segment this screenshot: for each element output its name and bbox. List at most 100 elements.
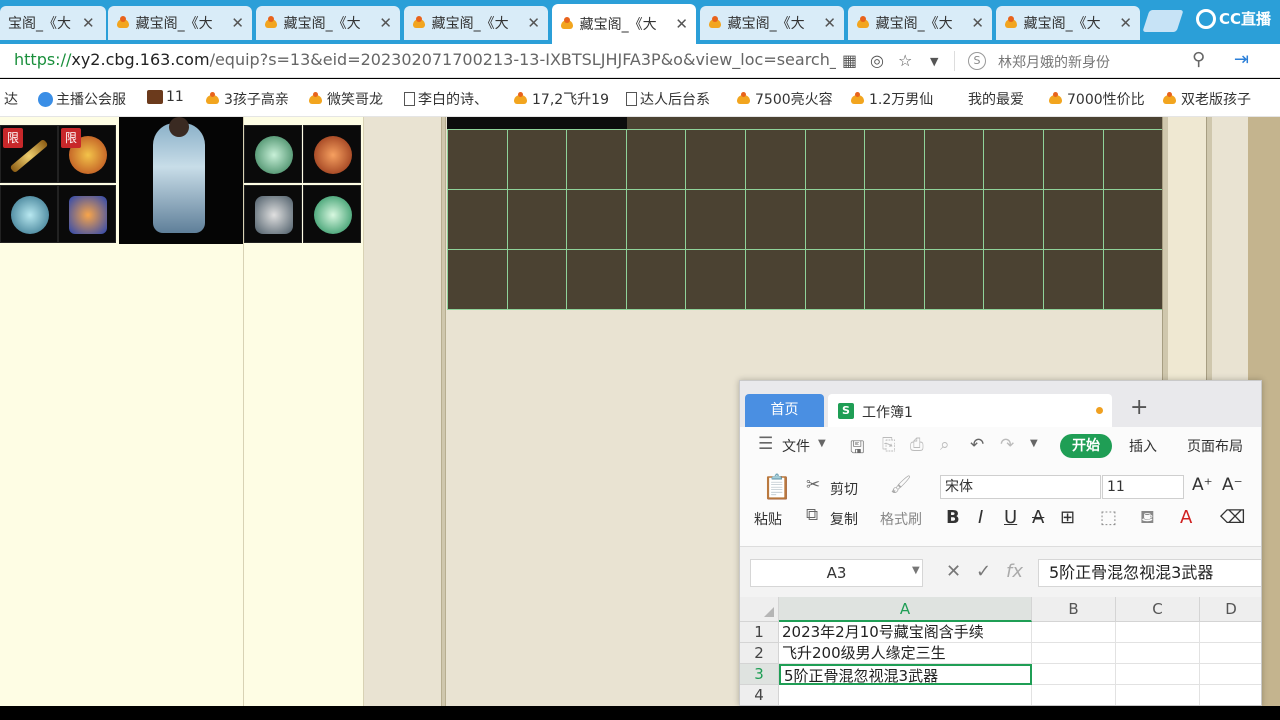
underline-icon[interactable]: U xyxy=(1004,507,1017,528)
inventory-cell[interactable] xyxy=(745,249,806,310)
more-chevron-icon[interactable]: ▼ xyxy=(1030,438,1038,449)
inventory-cell[interactable] xyxy=(625,189,687,250)
inventory-cell[interactable] xyxy=(506,129,568,190)
confirm-icon[interactable]: ✓ xyxy=(976,561,991,582)
cell-d1[interactable] xyxy=(1200,622,1261,643)
inventory-cell[interactable] xyxy=(566,249,627,310)
cell-c4[interactable] xyxy=(1116,685,1200,705)
browser-tab[interactable]: 藏宝阁_《大 ✕ xyxy=(848,6,992,40)
url-field[interactable]: https://xy2.cbg.163.com/equip?s=13&eid=2… xyxy=(14,50,836,69)
inventory-cell[interactable] xyxy=(983,129,1044,190)
bookmark-item[interactable]: 达人后台系 xyxy=(626,89,710,109)
scissors-icon[interactable]: ✂ xyxy=(806,475,820,495)
bookmark-item[interactable]: 双老版孩子 xyxy=(1162,89,1251,109)
menu-file[interactable]: 文件 xyxy=(782,436,810,456)
close-icon[interactable]: ✕ xyxy=(82,14,95,32)
inventory-cell[interactable] xyxy=(506,249,568,310)
inventory-cell[interactable] xyxy=(625,249,687,310)
bookmark-item[interactable]: 3孩子高亲 xyxy=(205,89,289,109)
inventory-cell[interactable] xyxy=(447,129,508,190)
formula-input[interactable]: 5阶正骨混忽视混3武器 xyxy=(1038,559,1261,587)
cell-c3[interactable] xyxy=(1116,664,1200,685)
chevron-down-icon[interactable]: ▼ xyxy=(930,55,938,68)
bold-icon[interactable]: B xyxy=(946,507,960,528)
browser-tab-active[interactable]: 藏宝阁_《大 ✕ xyxy=(552,4,696,44)
bookmark-item[interactable]: 17,2飞升19 xyxy=(513,89,609,109)
font-color-icon[interactable]: A xyxy=(1180,507,1192,528)
inventory-cell[interactable] xyxy=(1043,129,1104,190)
inventory-cell[interactable] xyxy=(745,189,806,250)
chevron-down-icon[interactable]: ▼ xyxy=(818,438,826,449)
column-header[interactable]: D xyxy=(1200,597,1261,622)
column-header[interactable]: A xyxy=(779,597,1032,622)
redo-icon[interactable]: ↷ xyxy=(1000,435,1014,455)
row-header[interactable]: 1 xyxy=(740,622,779,643)
inventory-cell[interactable] xyxy=(923,129,985,190)
cell-c2[interactable] xyxy=(1116,643,1200,664)
inventory-cell[interactable] xyxy=(1043,249,1104,310)
inventory-cell[interactable] xyxy=(983,249,1044,310)
inventory-cell[interactable] xyxy=(804,249,866,310)
cell-b2[interactable] xyxy=(1032,643,1116,664)
bookmark-item[interactable]: 11 xyxy=(147,89,184,105)
bookmark-item[interactable]: 微笑哥龙 xyxy=(308,89,383,109)
close-icon[interactable]: ✕ xyxy=(1119,14,1132,32)
copy-icon[interactable]: ⧉ xyxy=(806,505,818,525)
qr-code-icon[interactable]: ▦ xyxy=(842,51,857,70)
browser-tab[interactable]: 宝阁_《大 ✕ xyxy=(0,6,106,40)
inventory-cell[interactable] xyxy=(566,129,627,190)
cell-b3[interactable] xyxy=(1032,664,1116,685)
tab-home[interactable]: 首页 xyxy=(745,394,824,427)
cell-a2[interactable]: 飞升200级男人缘定三生 xyxy=(779,643,1032,664)
font-shrink-icon[interactable]: A⁻ xyxy=(1222,475,1243,495)
bookmark-item[interactable]: 1.2万男仙 xyxy=(850,89,933,109)
inventory-cell[interactable] xyxy=(923,189,985,250)
row-header[interactable]: 2 xyxy=(740,643,779,664)
cell-d2[interactable] xyxy=(1200,643,1261,664)
close-icon[interactable]: ✕ xyxy=(379,14,392,32)
inventory-cell[interactable] xyxy=(1102,189,1164,250)
inventory-cell[interactable] xyxy=(685,189,746,250)
brush-icon[interactable]: 🖌 xyxy=(890,475,912,495)
name-box[interactable]: A3 xyxy=(750,559,923,587)
fx-icon[interactable]: fx xyxy=(1006,561,1023,582)
browser-tab[interactable]: 藏宝阁_《大 ✕ xyxy=(700,6,844,40)
cell-d4[interactable] xyxy=(1200,685,1261,705)
column-header[interactable]: C xyxy=(1116,597,1200,622)
strikethrough-icon[interactable]: A xyxy=(1032,507,1044,528)
equip-slot[interactable]: 限 xyxy=(58,125,116,183)
menu-insert[interactable]: 插入 xyxy=(1129,436,1157,456)
inventory-cell[interactable] xyxy=(983,189,1044,250)
export-icon[interactable]: ⎘ xyxy=(882,435,896,455)
font-name-select[interactable]: 宋体 xyxy=(940,475,1101,499)
equip-slot[interactable] xyxy=(303,125,361,183)
equip-slot[interactable]: 限 xyxy=(0,125,58,183)
close-icon[interactable]: ✕ xyxy=(527,14,540,32)
equip-slot[interactable] xyxy=(58,185,116,243)
inventory-cell[interactable] xyxy=(745,129,806,190)
fill-color-icon[interactable]: ⛾ xyxy=(1140,507,1155,531)
cell-b4[interactable] xyxy=(1032,685,1116,705)
search-engine-icon[interactable]: S xyxy=(968,52,986,70)
inventory-cell[interactable] xyxy=(1043,189,1104,250)
row-header[interactable]: 4 xyxy=(740,685,779,705)
browser-tab[interactable]: 藏宝阁_《大 ✕ xyxy=(404,6,548,40)
compat-mode-icon[interactable]: ◎ xyxy=(870,51,884,70)
bookmark-item[interactable]: 我的最爱 xyxy=(953,89,1024,321)
close-icon[interactable]: ✕ xyxy=(675,15,688,33)
border-icon[interactable]: ⊞ xyxy=(1060,507,1075,528)
inventory-cell[interactable] xyxy=(864,129,925,190)
column-header[interactable]: B xyxy=(1032,597,1116,622)
copy-button[interactable]: 复制 xyxy=(830,509,858,529)
inventory-cell[interactable] xyxy=(447,249,508,310)
tab-workbook[interactable]: S 工作簿1 xyxy=(828,394,1112,427)
menu-page-layout[interactable]: 页面布局 xyxy=(1187,436,1243,456)
inventory-cell[interactable] xyxy=(685,129,746,190)
preview-icon[interactable]: ⌕ xyxy=(940,435,950,455)
cell-d3[interactable] xyxy=(1200,664,1261,685)
bookmark-item[interactable]: 7000性价比 xyxy=(1048,89,1145,109)
equip-slot[interactable] xyxy=(303,185,361,243)
format-painter-button[interactable]: 格式刷 xyxy=(880,509,922,529)
print-icon[interactable]: ⎙ xyxy=(910,435,924,455)
inventory-cell[interactable] xyxy=(804,189,866,250)
